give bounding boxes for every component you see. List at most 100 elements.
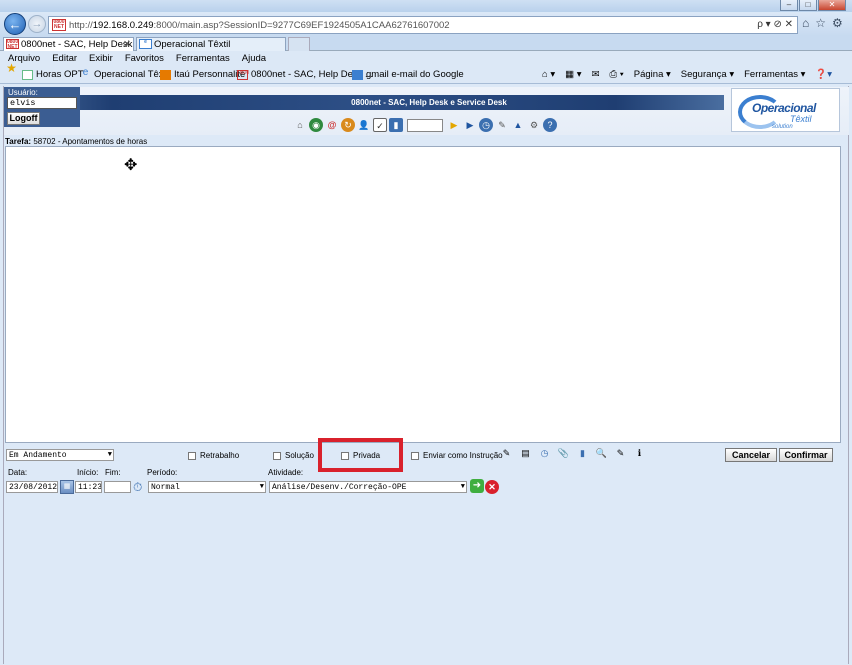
user-label: Usuário: xyxy=(8,88,38,97)
home-icon[interactable]: ⌂ ▾ xyxy=(542,66,555,84)
menu-editar[interactable]: Editar xyxy=(52,51,77,66)
favorites-bar: ★ Horas OPT e Operacional Têxtil Itaú Per… xyxy=(0,62,852,84)
edit-icon[interactable]: ✎ xyxy=(500,446,513,460)
home-icon[interactable]: ⌂ xyxy=(802,16,809,30)
site-favicon-icon: 0800 NET xyxy=(52,19,66,31)
add-arrow-icon[interactable]: ➜ xyxy=(470,479,484,493)
email-icon[interactable]: @ xyxy=(325,118,339,132)
app-toolbar: ⌂ ◉ @ ↻ 👤 ✓ ▮ ▶ ▶ ◷ ✎ ▲ ⚙ ? xyxy=(293,117,557,133)
task-header: Tarefa: 58702 - Apontamentos de horas xyxy=(5,137,147,146)
cmd-ferramentas[interactable]: Ferramentas ▾ xyxy=(744,66,805,84)
maximize-button[interactable]: □ xyxy=(799,0,817,11)
edit-icon[interactable]: ✎ xyxy=(495,118,509,132)
highlight-box xyxy=(318,438,403,472)
cmd-pagina[interactable]: Página ▾ xyxy=(634,66,671,84)
move-cursor-icon: ✥ xyxy=(124,157,138,174)
period-select[interactable]: Normal ▼ xyxy=(148,481,266,493)
attachment-icon[interactable]: 📎 xyxy=(557,446,570,460)
fav-itau[interactable]: Itaú Personnalité xyxy=(160,66,245,84)
cmd-seguranca[interactable]: Segurança ▾ xyxy=(681,66,734,84)
periodo-label: Período: xyxy=(147,468,178,477)
minimize-button[interactable]: – xyxy=(780,0,798,11)
favorites-star-icon[interactable]: ★ xyxy=(6,62,17,76)
quick-search-input[interactable] xyxy=(407,118,443,132)
forward-button[interactable]: → xyxy=(28,15,46,33)
atividade-label: Atividade: xyxy=(268,468,304,477)
company-logo: Operacional Têxtil solution xyxy=(731,88,840,132)
users-icon[interactable]: 👤 xyxy=(357,118,371,132)
task-label: Tarefa: xyxy=(5,137,32,146)
play-icon[interactable]: ▶ xyxy=(447,118,461,132)
gear-icon[interactable]: ⚙ xyxy=(832,16,843,30)
browser-buttons: ⌂ ☆ ⚙ xyxy=(802,16,843,30)
data-label: Data: xyxy=(8,468,28,477)
confirm-button[interactable]: Confirmar xyxy=(779,448,833,462)
help-icon[interactable]: ❓▾ xyxy=(815,66,832,84)
start-time-field[interactable]: 11:23 xyxy=(75,481,102,493)
command-bar: ⌂ ▾ ▦ ▾ ✉ ⎙ ▾ Página ▾ Segurança ▾ Ferra… xyxy=(542,66,832,84)
checklist-icon[interactable]: ✓ xyxy=(373,118,387,132)
next-icon[interactable]: ▶ xyxy=(463,118,477,132)
solucao-checkbox[interactable]: Solução xyxy=(273,451,314,460)
window-controls: – □ ✕ xyxy=(780,0,846,12)
fav-operacional-textil[interactable]: e Operacional Têxtil xyxy=(80,66,171,84)
tab-label: 0800net - SAC, Help Desk e ... xyxy=(21,39,133,50)
new-tab-button[interactable] xyxy=(288,37,310,51)
remove-icon[interactable]: ✕ xyxy=(485,480,499,494)
menu-bar: Arquivo Editar Exibir Favoritos Ferramen… xyxy=(0,51,852,66)
mail-icon[interactable]: ✉ xyxy=(592,66,600,84)
enviar-instrucao-checkbox[interactable]: Enviar como Instrução xyxy=(411,451,503,460)
home-icon[interactable]: ⌂ xyxy=(293,118,307,132)
back-button[interactable]: ← xyxy=(4,13,26,35)
address-tools[interactable]: ρ ▾ ⊘ ✕ xyxy=(757,19,793,30)
clock-icon[interactable]: ◷ xyxy=(538,446,551,460)
user-field[interactable]: elvis xyxy=(7,97,77,109)
edit-note-icon[interactable]: ✎ xyxy=(614,446,627,460)
menu-ajuda[interactable]: Ajuda xyxy=(242,51,266,66)
print-icon[interactable]: ⎙ ▾ xyxy=(610,66,624,84)
refresh-icon[interactable]: ↻ xyxy=(341,118,355,132)
book-icon[interactable]: ▮ xyxy=(576,446,589,460)
task-number: 58702 xyxy=(33,137,56,146)
menu-ferramentas[interactable]: Ferramentas xyxy=(176,51,230,66)
menu-favoritos[interactable]: Favoritos xyxy=(125,51,164,66)
address-bar[interactable]: 0800 NET http://192.168.0.249:8000/main.a… xyxy=(48,16,798,34)
chevron-down-icon: ▼ xyxy=(107,451,112,459)
task-title: - Apontamentos de horas xyxy=(57,137,148,146)
chevron-down-icon: ▼ xyxy=(259,483,264,491)
document-icon[interactable]: ▤ xyxy=(519,446,532,460)
form-tools: ✎ ▤ ◷ 📎 ▮ 🔍 ✎ ℹ xyxy=(500,446,646,460)
status-select[interactable]: Em Andamento ▼ xyxy=(6,449,114,461)
favorites-star-icon[interactable]: ☆ xyxy=(815,16,826,30)
book-icon[interactable]: ▮ xyxy=(389,118,403,132)
address-url: http://192.168.0.249:8000/main.asp?Sessi… xyxy=(69,19,450,31)
fav-horas-opt[interactable]: Horas OPT xyxy=(22,66,84,84)
fav-gmail[interactable]: gmail e-mail do Google xyxy=(352,66,464,84)
close-tab-icon[interactable]: ✕ xyxy=(123,38,131,51)
stopwatch-icon[interactable]: ⏱ xyxy=(133,480,142,495)
warning-icon[interactable]: ▲ xyxy=(511,118,525,132)
close-window-button[interactable]: ✕ xyxy=(818,0,846,11)
activity-select[interactable]: Análise/Desenv./Correção-OPE ▼ xyxy=(269,481,467,493)
info-icon[interactable]: ℹ xyxy=(633,446,646,460)
menu-exibir[interactable]: Exibir xyxy=(89,51,113,66)
end-time-field[interactable] xyxy=(104,481,131,493)
ie-page-icon: e xyxy=(139,39,152,49)
tools-icon[interactable]: ⚙ xyxy=(527,118,541,132)
help-icon[interactable]: ? xyxy=(543,118,557,132)
tab-label: Operacional Têxtil xyxy=(154,39,231,50)
tab-0800net[interactable]: 0800NET 0800net - SAC, Help Desk e ... ✕ xyxy=(3,37,134,51)
calendar-icon[interactable]: ▦ xyxy=(60,480,74,494)
cancel-button[interactable]: Cancelar xyxy=(725,448,777,462)
retrabalho-checkbox[interactable]: Retrabalho xyxy=(188,451,239,460)
site-favicon-icon: 0800 NET xyxy=(6,39,19,50)
tab-operacional-textil[interactable]: e Operacional Têxtil xyxy=(136,37,286,51)
feeds-icon[interactable]: ▦ ▾ xyxy=(565,66,581,84)
date-field[interactable]: 23/08/2012 xyxy=(6,481,58,493)
search-icon[interactable]: 🔍 xyxy=(595,446,608,460)
globe-icon[interactable]: ◉ xyxy=(309,118,323,132)
note-textarea[interactable] xyxy=(5,146,841,443)
inicio-label: Início: xyxy=(77,468,99,477)
logoff-button[interactable]: Logoff xyxy=(7,112,40,125)
clock-icon[interactable]: ◷ xyxy=(479,118,493,132)
